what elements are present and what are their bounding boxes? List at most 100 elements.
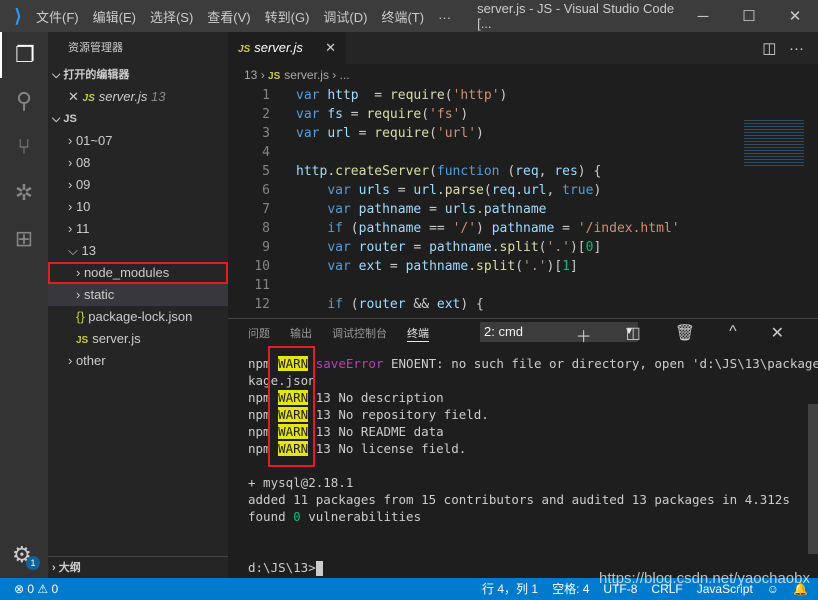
- terminal-line: npm WARN 13 No repository field.: [248, 406, 818, 423]
- terminal-line: npm WARN 13 No README data: [248, 423, 818, 440]
- open-editor-item[interactable]: ✕ JS server.js 13: [48, 86, 228, 108]
- close-panel-icon[interactable]: ✕: [771, 323, 784, 347]
- terminal-line: + mysql@2.18.1: [248, 474, 818, 491]
- tree-item[interactable]: JS server.js: [48, 328, 228, 350]
- workspace-root[interactable]: ⌵ JS: [48, 108, 228, 130]
- code-token: .: [476, 202, 484, 217]
- tree-item[interactable]: › 01~07: [48, 130, 228, 152]
- panel-tab[interactable]: 问题: [248, 325, 270, 341]
- menu-item[interactable]: 调试(D): [323, 10, 367, 25]
- breadcrumb-symbol[interactable]: ...: [340, 68, 350, 82]
- close-icon[interactable]: ✕: [68, 89, 83, 104]
- terminal-token: vulnerabilities: [300, 509, 422, 524]
- settings-badge: 1: [26, 556, 40, 570]
- menu-item[interactable]: 查看(V): [207, 10, 250, 25]
- code-token: var: [296, 126, 328, 141]
- code-token: url: [327, 126, 351, 141]
- code-token: http: [296, 164, 328, 179]
- code-token: &&: [405, 297, 437, 312]
- minimize-icon[interactable]: ─: [680, 8, 726, 25]
- terminal-scrollbar[interactable]: [808, 404, 818, 554]
- debug-icon[interactable]: ✲: [0, 170, 48, 216]
- code-token: pathname: [491, 221, 555, 236]
- tree-item[interactable]: › 09: [48, 174, 228, 196]
- menu-item[interactable]: ···: [438, 10, 451, 25]
- chevron-down-icon: ⌵: [68, 243, 82, 258]
- explorer-title: 资源管理器: [68, 42, 123, 54]
- chevron-right-icon: ›: [68, 221, 76, 236]
- menu-item[interactable]: 终端(T): [381, 10, 424, 25]
- code-token: ,: [546, 183, 563, 198]
- tree-item[interactable]: ⌵ 13: [48, 240, 228, 262]
- terminal-token: 13 No license field.: [308, 441, 467, 456]
- tab-label: server.js: [254, 40, 303, 55]
- tree-item[interactable]: › 10: [48, 196, 228, 218]
- maximize-icon[interactable]: ☐: [726, 7, 772, 25]
- tree-item[interactable]: › static: [48, 284, 228, 306]
- more-actions-icon[interactable]: ···: [789, 40, 804, 57]
- tree-item-label: 01~07: [75, 133, 113, 148]
- terminal-output[interactable]: npm WARN saveError ENOENT: no such file …: [228, 347, 818, 576]
- tree-item-label: server.js: [92, 331, 141, 346]
- code-line: 5 http.createServer(function (req, res) {: [228, 162, 818, 181]
- menu-bar: 文件(F) 编辑(E) 选择(S) 查看(V) 转到(G) 调试(D) 终端(T) ···: [36, 7, 465, 26]
- minimap[interactable]: [744, 118, 804, 168]
- menu-item[interactable]: 文件(F): [36, 10, 79, 25]
- source-control-icon[interactable]: ⑂: [0, 124, 48, 170]
- tree-item[interactable]: {} package-lock.json: [48, 306, 228, 328]
- code-token: ): [476, 221, 492, 236]
- code-line: 1 var http = require('http'): [228, 86, 818, 105]
- menu-item[interactable]: 转到(G): [265, 10, 310, 25]
- code-token: true: [562, 183, 594, 198]
- open-editors-section[interactable]: ⌵ 打开的编辑器: [48, 64, 228, 86]
- line-number: 11: [254, 278, 270, 293]
- code-token: var: [327, 259, 359, 274]
- breadcrumb-folder[interactable]: 13: [244, 68, 257, 82]
- code-token: function: [436, 164, 500, 179]
- close-icon[interactable]: ✕: [772, 7, 818, 25]
- close-tab-icon[interactable]: ✕: [325, 32, 336, 64]
- menu-item[interactable]: 编辑(E): [93, 10, 136, 25]
- panel-tab[interactable]: 输出: [290, 325, 312, 341]
- tree-item[interactable]: › node_modules: [48, 262, 228, 284]
- terminal-cursor: [315, 561, 323, 576]
- root-label: JS: [63, 113, 77, 125]
- panel-tab[interactable]: 终端: [407, 325, 429, 342]
- line-number: 12: [254, 297, 270, 312]
- extensions-icon[interactable]: ⊞: [0, 216, 48, 262]
- code-token: split: [499, 240, 539, 255]
- explorer-icon[interactable]: ❐: [0, 32, 48, 78]
- breadcrumb-file[interactable]: server.js: [284, 68, 329, 82]
- tab-server-js[interactable]: JS server.js ✕: [228, 32, 346, 64]
- chevron-right-icon: ›: [68, 353, 76, 368]
- line-number: 8: [262, 221, 270, 236]
- split-editor-icon[interactable]: ◫: [762, 40, 776, 57]
- search-icon[interactable]: ⚲: [0, 78, 48, 124]
- tree-item[interactable]: › 11: [48, 218, 228, 240]
- outline-section[interactable]: › 大纲: [48, 556, 228, 578]
- problems-indicator[interactable]: ⊗ 0 ⚠ 0: [0, 578, 58, 600]
- code-token: pathname: [405, 259, 469, 274]
- menu-item[interactable]: 选择(S): [150, 10, 193, 25]
- chevron-right-icon: ›: [68, 199, 76, 214]
- trash-icon[interactable]: 🗑: [675, 323, 695, 347]
- code-token: pathname: [429, 240, 492, 255]
- panel-tab[interactable]: 调试控制台: [332, 325, 387, 341]
- tree-item[interactable]: › 08: [48, 152, 228, 174]
- terminal-line: npm WARN 13 No license field.: [248, 440, 818, 457]
- maximize-panel-icon[interactable]: ^: [729, 323, 737, 347]
- code-token: =: [342, 107, 367, 122]
- code-editor[interactable]: 1 var http = require('http') 2 var fs = req…: [228, 86, 818, 314]
- new-terminal-icon[interactable]: ＋: [576, 323, 592, 347]
- split-terminal-icon[interactable]: ◫: [626, 323, 641, 347]
- code-token: if: [327, 221, 343, 236]
- indentation[interactable]: 空格: 4: [552, 578, 589, 600]
- json-file-icon: {}: [76, 309, 89, 324]
- cursor-position[interactable]: 行 4，列 1: [482, 578, 538, 600]
- code-token: =: [554, 221, 578, 236]
- code-token: var: [327, 183, 359, 198]
- tree-item[interactable]: › other: [48, 350, 228, 372]
